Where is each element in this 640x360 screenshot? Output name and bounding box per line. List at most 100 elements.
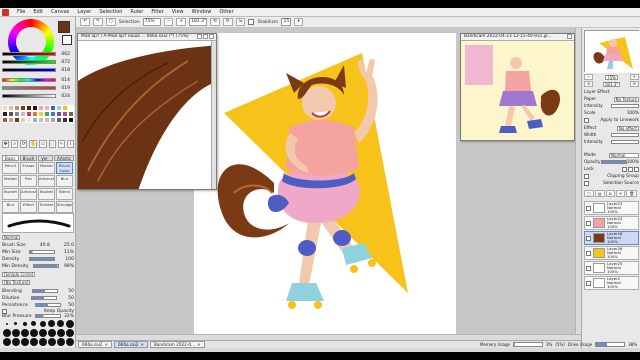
- new-layer-icon[interactable]: ▢: [584, 190, 594, 197]
- paper-intensity-row[interactable]: Intensity: [584, 103, 639, 109]
- density-slider[interactable]: [29, 257, 56, 261]
- close-icon[interactable]: ×: [197, 342, 201, 347]
- paper-scale-row[interactable]: Scale 100%: [584, 110, 639, 116]
- navigator-angle-row[interactable]: ⟲ 181.3° ⟳: [584, 81, 639, 87]
- effect-select[interactable]: No effect: [616, 125, 639, 131]
- clipping-row[interactable]: Clipping Group: [584, 173, 639, 179]
- menu-layer[interactable]: Layer: [73, 8, 95, 17]
- color-slider-6[interactable]: 024: [2, 93, 74, 99]
- brush-marker[interactable]: Marker: [38, 162, 55, 174]
- color-slider-4[interactable]: 014: [2, 77, 74, 83]
- size-preset[interactable]: [2, 328, 11, 337]
- new-folder-icon[interactable]: ▤: [594, 190, 605, 197]
- zoom-subwindow-titlebar[interactable]: Мой арт / А-Мой арт наша ... 666a.sai2 (…: [78, 34, 216, 41]
- paper-select[interactable]: No Texture: [613, 96, 639, 102]
- brush-mode-row[interactable]: Normal: [2, 234, 74, 240]
- size-preset[interactable]: [56, 319, 65, 328]
- reference-subwindow[interactable]: Bandicam 2022-04-23 12-15-40-931.jp...: [460, 33, 575, 141]
- swatch[interactable]: [68, 117, 74, 123]
- size-preset[interactable]: [56, 337, 65, 346]
- size-preset[interactable]: [47, 328, 56, 337]
- rotate-left-button[interactable]: ⟲: [210, 18, 220, 26]
- brush-bucket-2[interactable]: Bucket: [38, 188, 55, 200]
- visibility-eye-icon[interactable]: [586, 220, 591, 226]
- layer-item[interactable]: Layer26 Normal 100%: [584, 246, 639, 260]
- size-preset[interactable]: [29, 319, 38, 328]
- secondary-color-swatch[interactable]: [62, 35, 72, 45]
- dilution-slider[interactable]: [30, 296, 57, 300]
- artboard[interactable]: [194, 33, 456, 335]
- size-preset[interactable]: [20, 337, 29, 346]
- paper-row[interactable]: Paper No Texture: [584, 96, 639, 102]
- color-slider-3[interactable]: 018: [2, 67, 74, 73]
- clear-icon[interactable]: ✕: [615, 190, 626, 197]
- brush-size-row[interactable]: Brush Size 40.8 25.0: [2, 242, 74, 248]
- brush-mode-select[interactable]: Normal: [2, 234, 21, 240]
- zoom-subwindow-scrollbar[interactable]: [211, 41, 216, 189]
- size-preset[interactable]: [2, 319, 11, 328]
- dilution-row[interactable]: Dilution 50: [2, 295, 74, 301]
- eyedropper-icon[interactable]: ⌇: [66, 140, 74, 148]
- brush-airbrush-2[interactable]: Airbrush: [20, 188, 37, 200]
- layer-effect-header[interactable]: Layer Effect: [584, 89, 639, 95]
- visibility-eye-icon[interactable]: [586, 250, 591, 256]
- doc-tab[interactable]: 666a.sai2 ×: [78, 341, 112, 348]
- size-preset[interactable]: [29, 328, 38, 337]
- color-slider-2[interactable]: 072: [2, 59, 74, 65]
- blending-row[interactable]: Blending 50: [2, 288, 74, 294]
- brush-pen[interactable]: Pen: [20, 175, 37, 187]
- rotate-tool-icon[interactable]: ⟳: [20, 140, 28, 148]
- stabilizer-dropdown[interactable]: ▾: [294, 18, 303, 26]
- brush-texture-select[interactable]: [No Texture]: [2, 279, 31, 285]
- brush-blur-2[interactable]: Blur: [2, 201, 19, 213]
- blur-pressure-slider[interactable]: [34, 314, 61, 318]
- apply-linework-row[interactable]: Apply to Linework: [584, 117, 639, 123]
- menu-view[interactable]: View: [168, 8, 188, 17]
- density-row[interactable]: Density 100: [2, 256, 74, 262]
- maximize-icon[interactable]: [203, 34, 208, 39]
- visibility-eye-icon[interactable]: [586, 235, 591, 241]
- select-tool-icon[interactable]: ▭: [39, 140, 47, 148]
- navigator-zoom-row[interactable]: − 75% +: [584, 74, 639, 80]
- delete-layer-icon[interactable]: 🗑: [626, 190, 638, 197]
- tab-brush[interactable]: Brush: [19, 155, 38, 161]
- size-preset[interactable]: [47, 319, 56, 328]
- brush-pencil[interactable]: Pencil: [2, 162, 19, 174]
- rotate-right-button[interactable]: ⟳: [222, 18, 233, 26]
- layer-item[interactable]: Layer23 Normal 100%: [584, 201, 639, 215]
- visibility-eye-icon[interactable]: [586, 265, 591, 271]
- navigator-zoom-value[interactable]: 75%: [605, 74, 618, 80]
- hand-tool-icon[interactable]: ✋: [29, 140, 38, 148]
- size-preset[interactable]: [38, 337, 47, 346]
- brush-smudge[interactable]: Smudge: [56, 201, 73, 213]
- opacity-row[interactable]: Opacity 100%: [584, 159, 639, 165]
- move-tool-icon[interactable]: ✥: [2, 140, 10, 148]
- menu-edit[interactable]: Edit: [29, 8, 47, 17]
- blend-mode-row[interactable]: Mode Normal: [584, 152, 639, 158]
- color-slider-1[interactable]: 062: [2, 51, 74, 57]
- menu-selection[interactable]: Selection: [95, 8, 126, 17]
- zoom-out-button[interactable]: −: [163, 18, 174, 26]
- tab-artistic[interactable]: Artistic: [53, 155, 74, 161]
- redo-button[interactable]: ↷: [92, 18, 103, 26]
- layer-item-selected[interactable]: Layer18 Normal 100%: [584, 231, 639, 245]
- brush-blend[interactable]: Blend: [56, 188, 73, 200]
- brush-blur[interactable]: Blur: [56, 175, 73, 187]
- merge-icon[interactable]: ⇊: [605, 190, 615, 197]
- zoom-tool-icon[interactable]: ⌕: [11, 140, 19, 148]
- zoom-in-button[interactable]: +: [176, 18, 187, 26]
- visibility-eye-icon[interactable]: [586, 205, 591, 211]
- lock-row[interactable]: Lock: [584, 166, 639, 172]
- size-preset[interactable]: [65, 337, 74, 346]
- min-density-slider[interactable]: [33, 264, 60, 268]
- layer-item[interactable]: Layer25 Normal 100%: [584, 261, 639, 275]
- menu-other[interactable]: Other: [215, 8, 237, 17]
- tab-basic[interactable]: Basic: [2, 155, 19, 161]
- size-preset[interactable]: [47, 337, 56, 346]
- lasso-tool-icon[interactable]: ◌: [48, 140, 56, 148]
- blending-slider[interactable]: [32, 289, 59, 293]
- reference-close-icon[interactable]: [567, 34, 572, 39]
- min-density-row[interactable]: Min Density 98%: [2, 263, 74, 269]
- primary-color-swatch[interactable]: [58, 21, 70, 33]
- menu-file[interactable]: File: [13, 8, 29, 17]
